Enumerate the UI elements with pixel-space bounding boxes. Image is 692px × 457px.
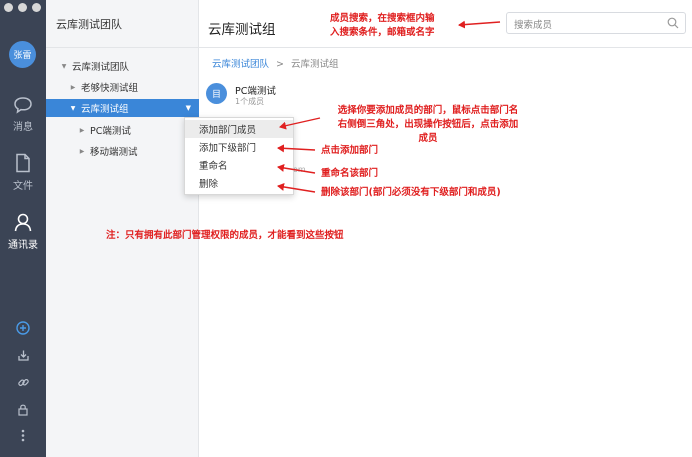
- rail-item-label: 文件: [13, 181, 33, 192]
- tree-item-label: 老够快测试组: [81, 83, 139, 94]
- member-search-input[interactable]: 搜索成员: [506, 12, 686, 34]
- subgroup-icon[interactable]: 目: [206, 83, 227, 104]
- annotation-line: 右侧倒三角处，出现操作按钮后，点击添加: [337, 119, 519, 130]
- tree-item-laogoukuai[interactable]: ▶ 老够快测试组: [46, 78, 199, 96]
- breadcrumb: 云库测试团队 > 云库测试组: [212, 56, 339, 70]
- lock-button[interactable]: [0, 403, 46, 416]
- menu-item-rename[interactable]: 重命名: [185, 156, 293, 174]
- rail-item-contacts[interactable]: 通讯录: [0, 212, 46, 251]
- tree-item-label: 云库测试团队: [72, 62, 130, 73]
- subgroup-member-count: 1个成员: [235, 97, 265, 106]
- caret-right-icon[interactable]: ▶: [68, 84, 78, 91]
- left-rail: 张雷 消息 文件 通讯录: [0, 0, 46, 457]
- tree-item-yunku-test-group[interactable]: ▼ 云库测试组 ▼: [46, 99, 199, 117]
- breadcrumb-separator: >: [276, 59, 285, 70]
- search-placeholder: 搜索成员: [514, 20, 553, 31]
- tree-item-label: 移动端测试: [90, 147, 138, 158]
- obscured-text-fragment: om: [293, 165, 306, 174]
- tree-item-mobile-test[interactable]: ▶ 移动端测试: [46, 142, 199, 160]
- add-circle-icon: [16, 321, 30, 335]
- annotation-line: 成员搜索，在搜索框内输: [330, 13, 435, 24]
- tree-panel-title: 云库测试团队: [56, 18, 122, 31]
- department-context-menu: 添加部门成员 添加下级部门 重命名 删除: [184, 117, 294, 195]
- tree-item-root[interactable]: ▼ 云库测试团队: [46, 57, 199, 75]
- divider: [46, 47, 199, 48]
- file-icon: [16, 153, 30, 173]
- rail-item-messages[interactable]: 消息: [0, 96, 46, 133]
- annotation-delete: 删除该部门(部门必须没有下级部门和成员): [321, 187, 501, 198]
- department-actions-caret-icon[interactable]: ▼: [186, 104, 191, 112]
- annotation-permission: 注：只有拥有此部门管理权限的成员，才能看到这些按钮: [106, 230, 344, 241]
- rail-item-label: 通讯录: [8, 240, 38, 251]
- menu-item-delete[interactable]: 删除: [185, 174, 293, 192]
- annotation-add-department: 点击添加部门: [321, 145, 379, 156]
- caret-down-icon[interactable]: ▼: [68, 105, 78, 112]
- annotation-line: 入搜索条件，邮箱或名字: [330, 27, 435, 38]
- divider: [199, 47, 692, 48]
- download-button[interactable]: [0, 349, 46, 362]
- menu-item-add-member[interactable]: 添加部门成员: [185, 120, 293, 138]
- caret-right-icon[interactable]: ▶: [77, 148, 87, 155]
- tree-item-pc-test[interactable]: ▶ PC端测试: [46, 121, 199, 139]
- link-button[interactable]: [0, 376, 46, 389]
- caret-down-icon[interactable]: ▼: [59, 63, 69, 70]
- chat-bubble-icon: [14, 97, 32, 114]
- download-icon: [17, 350, 29, 361]
- more-button[interactable]: [0, 429, 46, 442]
- close-window-button[interactable]: [4, 3, 13, 12]
- caret-right-icon[interactable]: ▶: [77, 127, 87, 134]
- zoom-window-button[interactable]: [32, 3, 41, 12]
- contacts-person-icon: [14, 213, 32, 232]
- subgroup-name[interactable]: PC端测试: [235, 83, 276, 97]
- link-icon: [17, 378, 29, 387]
- menu-item-add-subdepartment[interactable]: 添加下级部门: [185, 138, 293, 156]
- page-title: 云库测试组: [208, 22, 276, 38]
- annotation-search: 成员搜索，在搜索框内输 入搜索条件，邮箱或名字: [330, 12, 435, 40]
- add-circle-button[interactable]: [0, 321, 46, 335]
- annotation-rename: 重命名该部门: [321, 168, 379, 179]
- breadcrumb-root-link[interactable]: 云库测试团队: [212, 59, 269, 70]
- window-controls: [4, 3, 41, 12]
- avatar[interactable]: 张雷: [9, 41, 36, 68]
- search-icon[interactable]: [667, 17, 679, 29]
- breadcrumb-current: 云库测试组: [291, 59, 339, 70]
- rail-item-files[interactable]: 文件: [0, 153, 46, 192]
- minimize-window-button[interactable]: [18, 3, 27, 12]
- lock-icon: [18, 404, 28, 416]
- rail-item-label: 消息: [13, 122, 33, 133]
- tree-item-label: 云库测试组: [81, 104, 129, 115]
- annotation-line: 选择你要添加成员的部门，鼠标点击部门名: [337, 105, 519, 116]
- annotation-add-member: 选择你要添加成员的部门，鼠标点击部门名 右侧倒三角处，出现操作按钮后，点击添加 …: [320, 104, 536, 146]
- tree-item-label: PC端测试: [90, 126, 131, 137]
- more-vertical-icon: [21, 429, 25, 442]
